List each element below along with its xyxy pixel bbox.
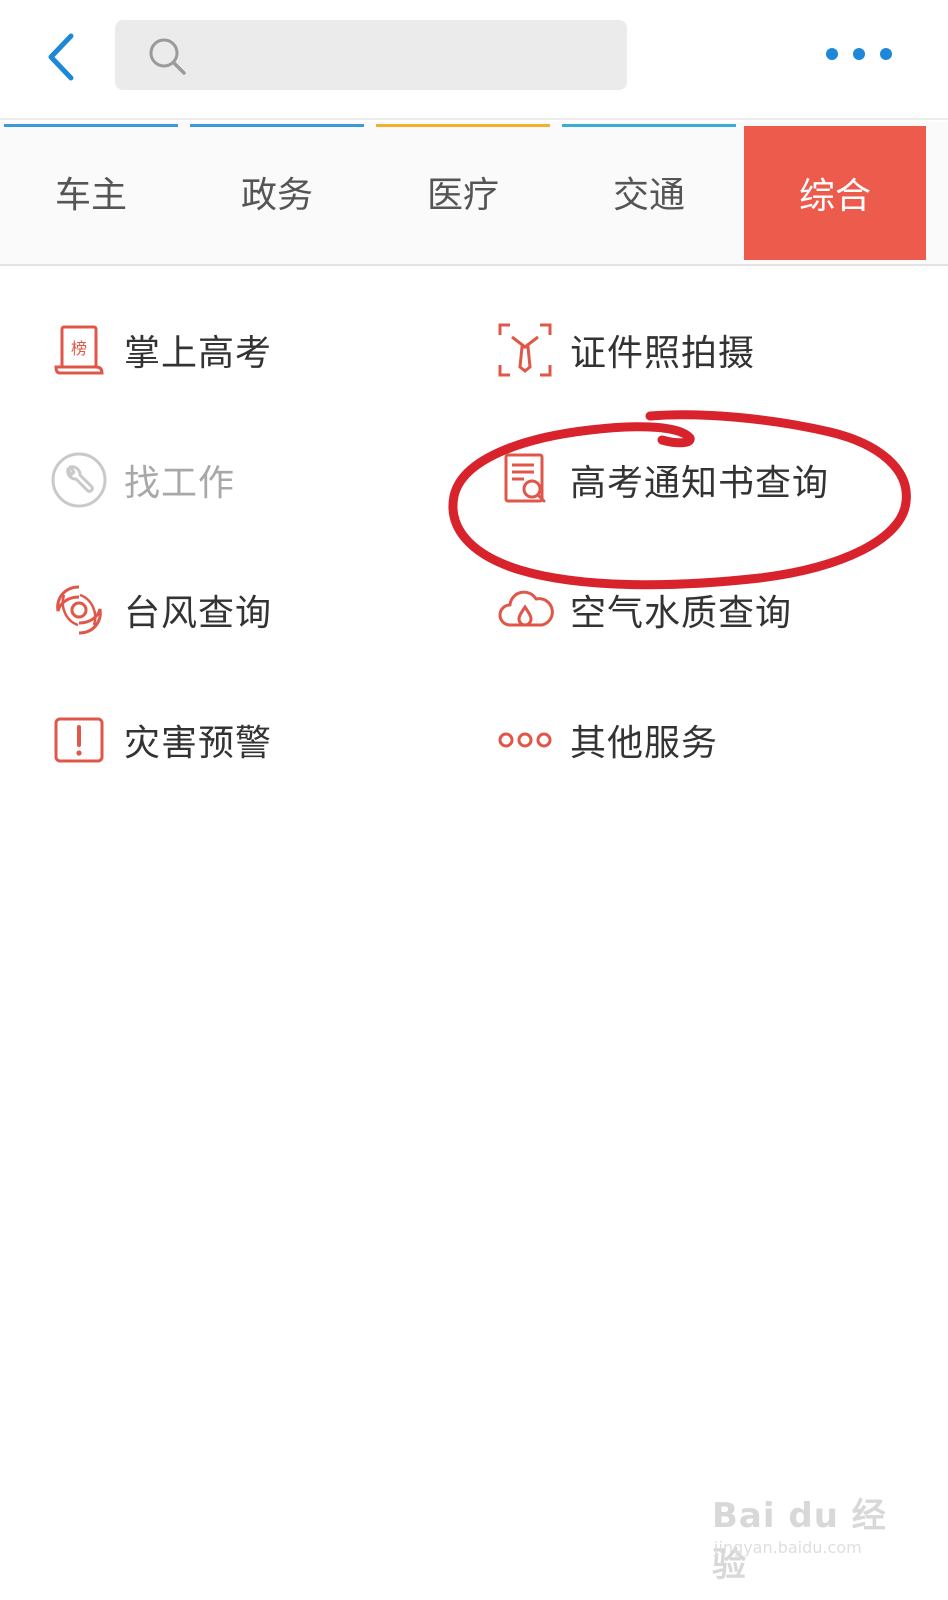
- service-label: 其他服务: [570, 723, 719, 764]
- top-bar: [0, 0, 948, 118]
- tab-medical[interactable]: 医疗: [372, 122, 554, 262]
- more-services-icon: [496, 711, 554, 769]
- service-item-find-job[interactable]: 找工作: [50, 445, 235, 515]
- watermark-subtitle: jingyan.baidu.com: [714, 1538, 862, 1557]
- tab-indicator: [4, 124, 178, 127]
- service-item-admission-letter[interactable]: 高考通知书查询: [496, 445, 829, 515]
- chevron-left-icon: [48, 33, 74, 81]
- wrench-icon: [50, 451, 108, 509]
- watermark-title: Bai du 经验: [712, 1496, 887, 1585]
- service-item-typhoon[interactable]: 台风查询: [50, 575, 272, 645]
- watermark-logo: Bai du 经验 jingyan.baidu.com: [712, 1468, 912, 1585]
- service-label: 台风查询: [124, 593, 273, 634]
- typhoon-icon: [50, 581, 108, 639]
- id-photo-icon: [496, 321, 554, 379]
- svg-text:榜: 榜: [71, 339, 87, 358]
- service-label: 灾害预警: [124, 723, 273, 764]
- tab-label: 综合: [798, 176, 871, 217]
- service-item-air-water[interactable]: 空气水质查询: [496, 575, 792, 645]
- service-item-gaokao[interactable]: 榜 掌上高考: [50, 315, 272, 385]
- warning-icon: [50, 711, 108, 769]
- service-label: 掌上高考: [124, 333, 273, 374]
- service-label: 高考通知书查询: [570, 463, 830, 504]
- service-item-disaster-warning[interactable]: 灾害预警: [50, 705, 272, 775]
- service-label: 找工作: [124, 463, 236, 504]
- service-label: 空气水质查询: [570, 593, 793, 634]
- tab-government[interactable]: 政务: [186, 122, 368, 262]
- tab-indicator: [562, 124, 736, 127]
- tab-label: 医疗: [426, 175, 499, 216]
- service-label: 证件照拍摄: [570, 333, 756, 374]
- tab-car-owner[interactable]: 车主: [0, 122, 182, 262]
- back-button[interactable]: [30, 22, 90, 92]
- header-divider: [0, 118, 948, 120]
- more-menu-button[interactable]: [826, 36, 892, 72]
- tab-label: 车主: [54, 175, 127, 216]
- tab-indicator: [190, 124, 364, 127]
- air-water-icon: [496, 581, 554, 639]
- tab-label: 政务: [240, 175, 313, 216]
- search-input[interactable]: [115, 20, 627, 90]
- search-icon: [149, 38, 186, 75]
- category-tabs: 车主 政务 医疗 交通 综合: [0, 122, 948, 266]
- admission-letter-icon: [496, 451, 554, 509]
- tab-general[interactable]: 综合: [744, 126, 926, 260]
- tab-traffic[interactable]: 交通: [558, 122, 740, 262]
- more-dots-icon: [826, 48, 838, 60]
- tab-label: 交通: [612, 175, 685, 216]
- service-item-other[interactable]: 其他服务: [496, 705, 718, 775]
- tab-indicator: [376, 124, 550, 127]
- service-item-id-photo[interactable]: 证件照拍摄: [496, 315, 755, 385]
- ranking-scroll-icon: 榜: [50, 321, 108, 379]
